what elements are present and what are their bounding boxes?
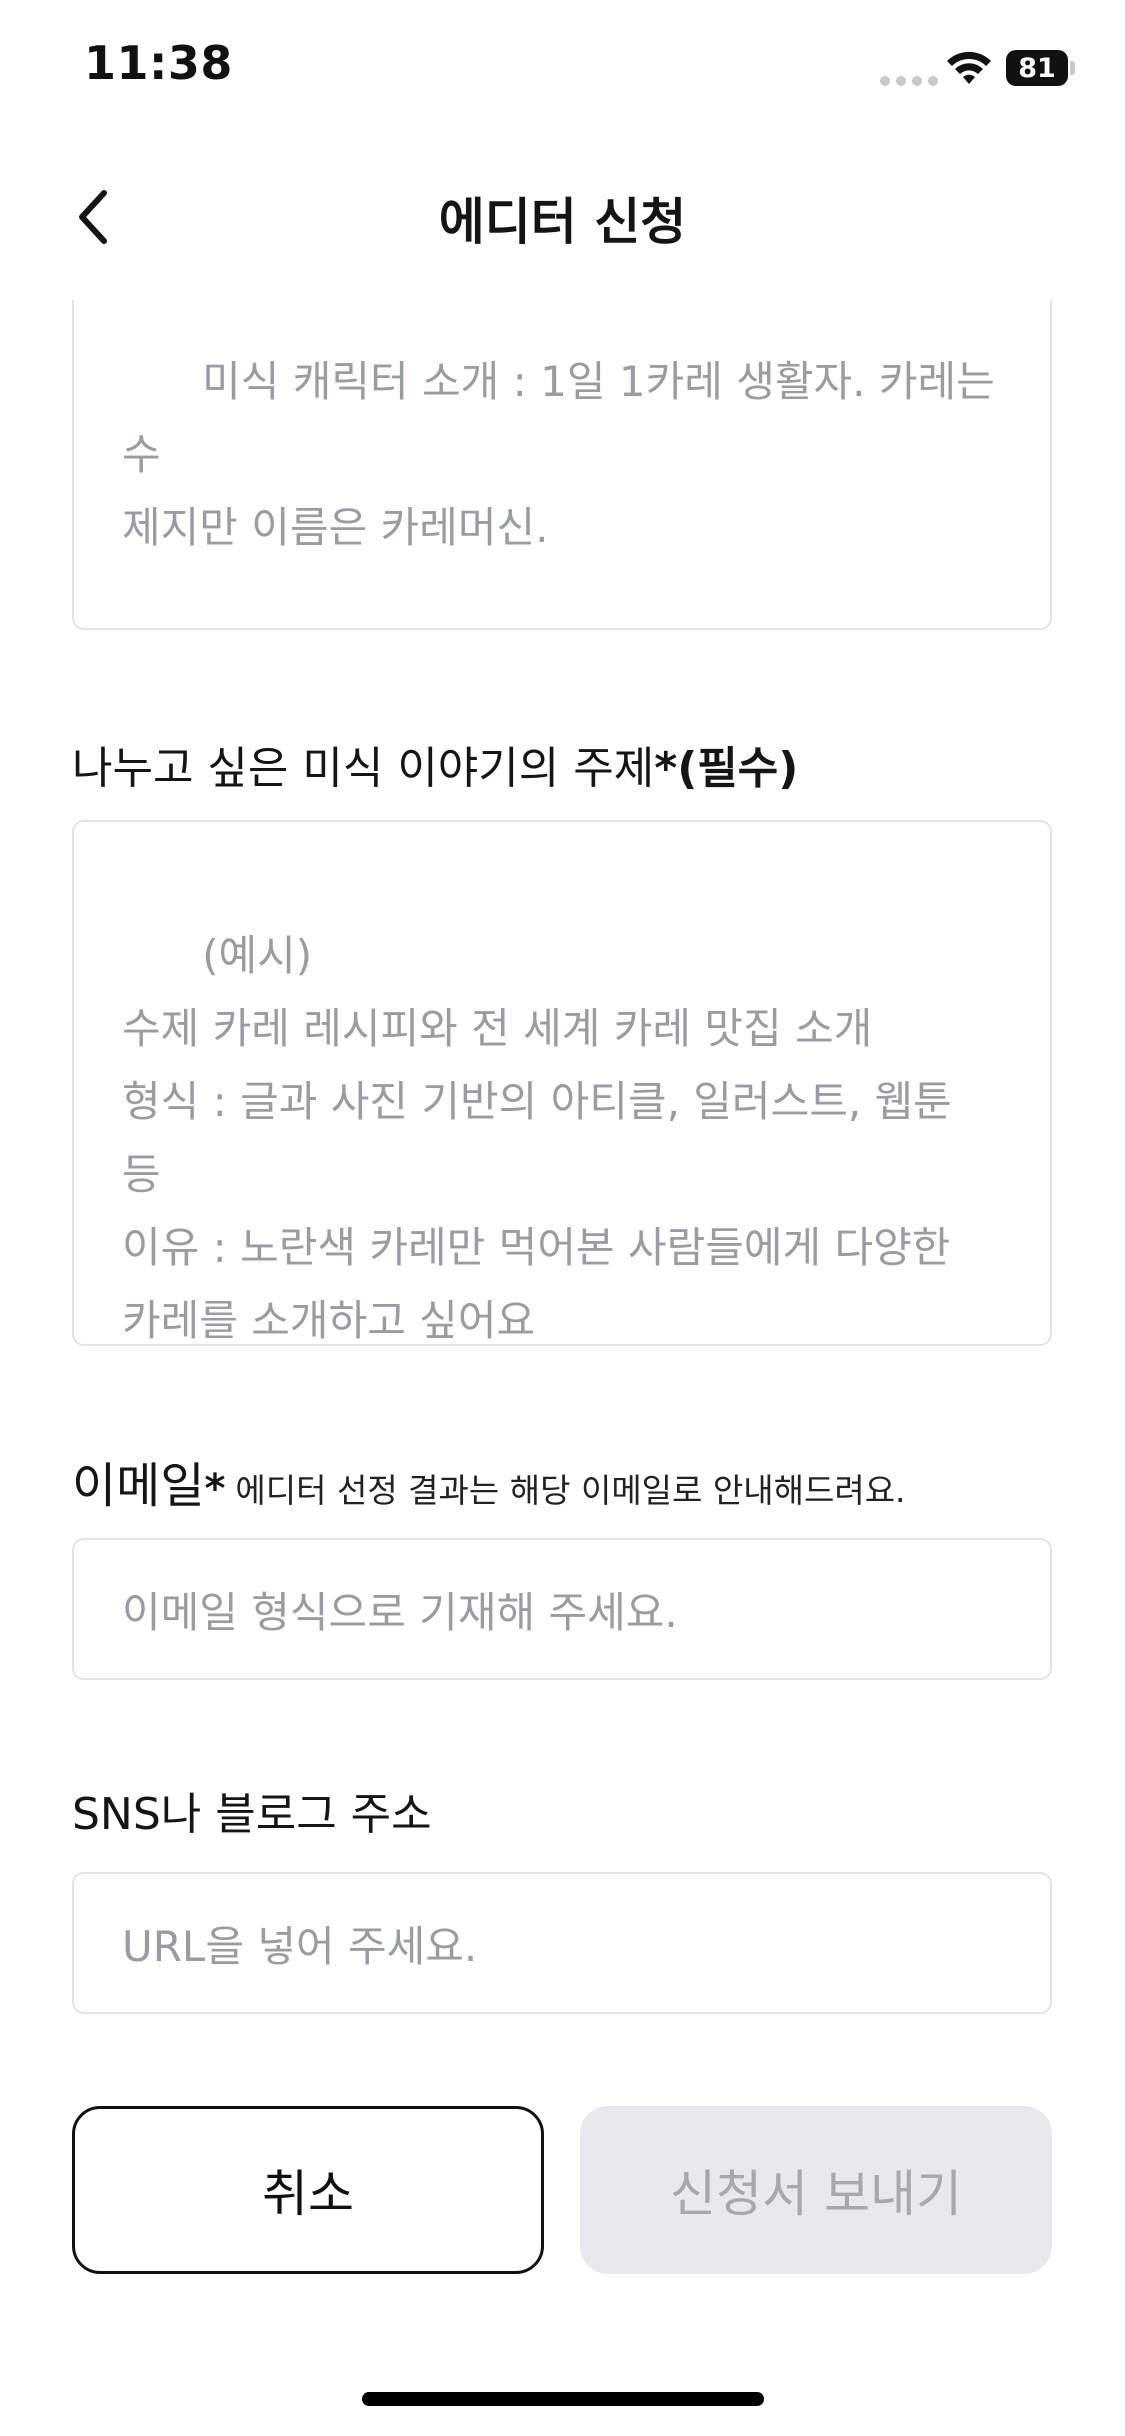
form-scroll-area[interactable]: 미식 캐릭터 소개 : 1일 1카레 생활자. 카레는 수 제지만 이름은 카레… bbox=[0, 300, 1125, 2190]
email-required-mark: * bbox=[204, 1466, 226, 1512]
topic-placeholder: (예시) 수제 카레 레시피와 전 세계 카레 맛집 소개 형식 : 글과 사진… bbox=[122, 931, 952, 1345]
wifi-icon bbox=[947, 51, 991, 84]
page-title: 에디터 신청 bbox=[438, 193, 687, 251]
home-indicator[interactable] bbox=[362, 2392, 764, 2406]
battery-level: 81 bbox=[1018, 52, 1056, 84]
cellular-signal-icon bbox=[880, 76, 938, 86]
character-intro-placeholder: 미식 캐릭터 소개 : 1일 1카레 생활자. 카레는 수 제지만 이름은 카레… bbox=[122, 357, 995, 552]
topic-label: 나누고 싶은 미식 이야기의 주제*(필수) bbox=[72, 732, 798, 796]
email-field[interactable]: 이메일 형식으로 기재해 주세요. bbox=[72, 1538, 1052, 1680]
sns-url-placeholder: URL을 넣어 주세요. bbox=[122, 1921, 478, 1971]
cancel-button[interactable]: 취소 bbox=[72, 2106, 544, 2274]
email-hint: 에디터 선정 결과는 해당 이메일로 안내해드려요. bbox=[235, 1471, 906, 1510]
sns-label: SNS나 블로그 주소 bbox=[72, 1789, 432, 1840]
top-nav-bar: 에디터 신청 bbox=[0, 150, 1125, 280]
sns-url-field[interactable]: URL을 넣어 주세요. bbox=[72, 1872, 1052, 2014]
status-time: 11:38 bbox=[84, 36, 233, 90]
topic-textarea[interactable]: (예시) 수제 카레 레시피와 전 세계 카레 맛집 소개 형식 : 글과 사진… bbox=[72, 820, 1052, 1346]
topic-required-mark: *(필수) bbox=[654, 743, 799, 794]
email-label: 이메일* 에디터 선정 결과는 해당 이메일로 안내해드려요. bbox=[72, 1446, 906, 1516]
submit-application-button[interactable]: 신청서 보내기 bbox=[580, 2106, 1052, 2274]
battery-tip bbox=[1070, 61, 1075, 75]
topic-label-text: 나누고 싶은 미식 이야기의 주제 bbox=[72, 743, 655, 794]
email-label-text: 이메일 bbox=[72, 1458, 205, 1514]
email-placeholder: 이메일 형식으로 기재해 주세요. bbox=[122, 1587, 678, 1637]
editor-application-screen: 11:38 81 에디터 신청 미식 캐릭터 소개 : 1일 1카레 생활자. … bbox=[0, 0, 1125, 2436]
battery-icon: 81 bbox=[1006, 50, 1068, 86]
status-bar: 11:38 81 bbox=[0, 0, 1125, 140]
character-intro-textarea[interactable]: 미식 캐릭터 소개 : 1일 1카레 생활자. 카레는 수 제지만 이름은 카레… bbox=[72, 300, 1052, 630]
